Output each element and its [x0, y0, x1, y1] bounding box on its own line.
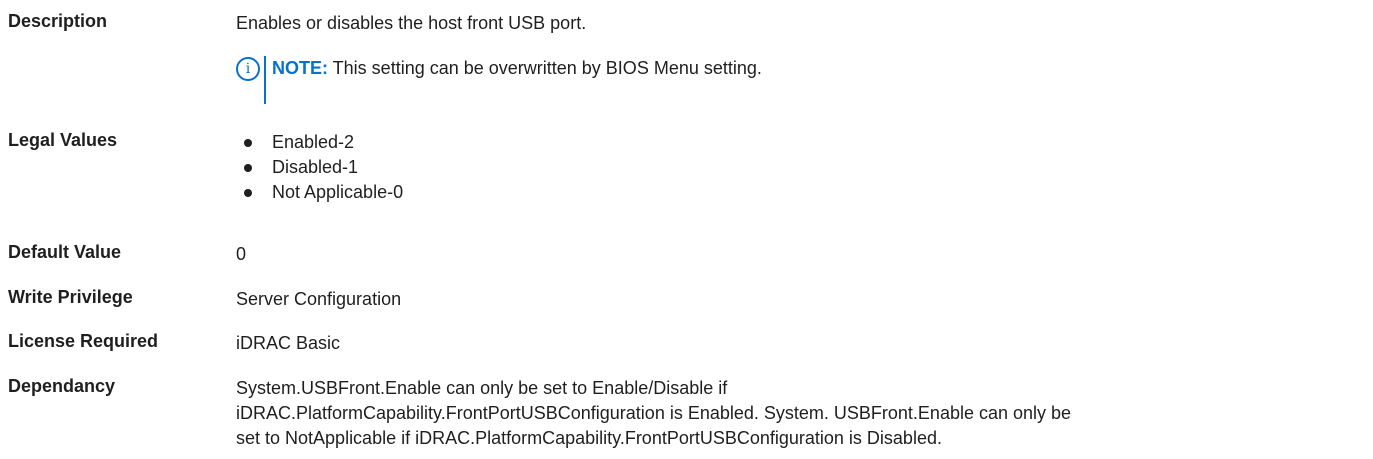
note-body: This setting can be overwritten by BIOS …: [328, 58, 762, 78]
legal-value-text: Disabled-1: [272, 157, 359, 177]
default-value-value: 0: [236, 244, 247, 264]
list-item: Not Applicable-0: [244, 180, 403, 205]
license-required-label: License Required: [8, 331, 159, 351]
bullet-icon: [244, 189, 252, 197]
dependancy-value: System.USBFront.Enable can only be set t…: [236, 376, 1071, 451]
list-item: Disabled-1: [244, 155, 403, 180]
dependancy-line: System.USBFront.Enable can only be set t…: [236, 378, 728, 398]
description-value: Enables or disables the host front USB p…: [236, 13, 587, 33]
dependancy-line: iDRAC.PlatformCapability.FrontPortUSBCon…: [236, 403, 1072, 423]
note-text: NOTE: This setting can be overwritten by…: [272, 56, 762, 81]
info-icon: i: [236, 57, 260, 81]
legal-value-text: Enabled-2: [272, 132, 355, 152]
note-divider: [264, 56, 266, 104]
dependancy-label: Dependancy: [8, 376, 116, 396]
write-privilege-label: Write Privilege: [8, 287, 133, 307]
description-label: Description: [8, 11, 108, 31]
legal-values-label: Legal Values: [8, 130, 118, 150]
license-required-value: iDRAC Basic: [236, 333, 341, 353]
note-callout: i NOTE: This setting can be overwritten …: [236, 56, 762, 104]
attribute-details: Description Enables or disables the host…: [0, 0, 1373, 459]
list-item: Enabled-2: [244, 130, 403, 155]
bullet-icon: [244, 164, 252, 172]
legal-value-text: Not Applicable-0: [272, 182, 404, 202]
dependancy-line: set to NotApplicable if iDRAC.PlatformCa…: [236, 428, 942, 448]
default-value-label: Default Value: [8, 242, 122, 262]
note-label: NOTE:: [272, 58, 328, 78]
bullet-icon: [244, 139, 252, 147]
legal-values-list: Enabled-2 Disabled-1 Not Applicable-0: [244, 130, 403, 205]
write-privilege-value: Server Configuration: [236, 289, 402, 309]
